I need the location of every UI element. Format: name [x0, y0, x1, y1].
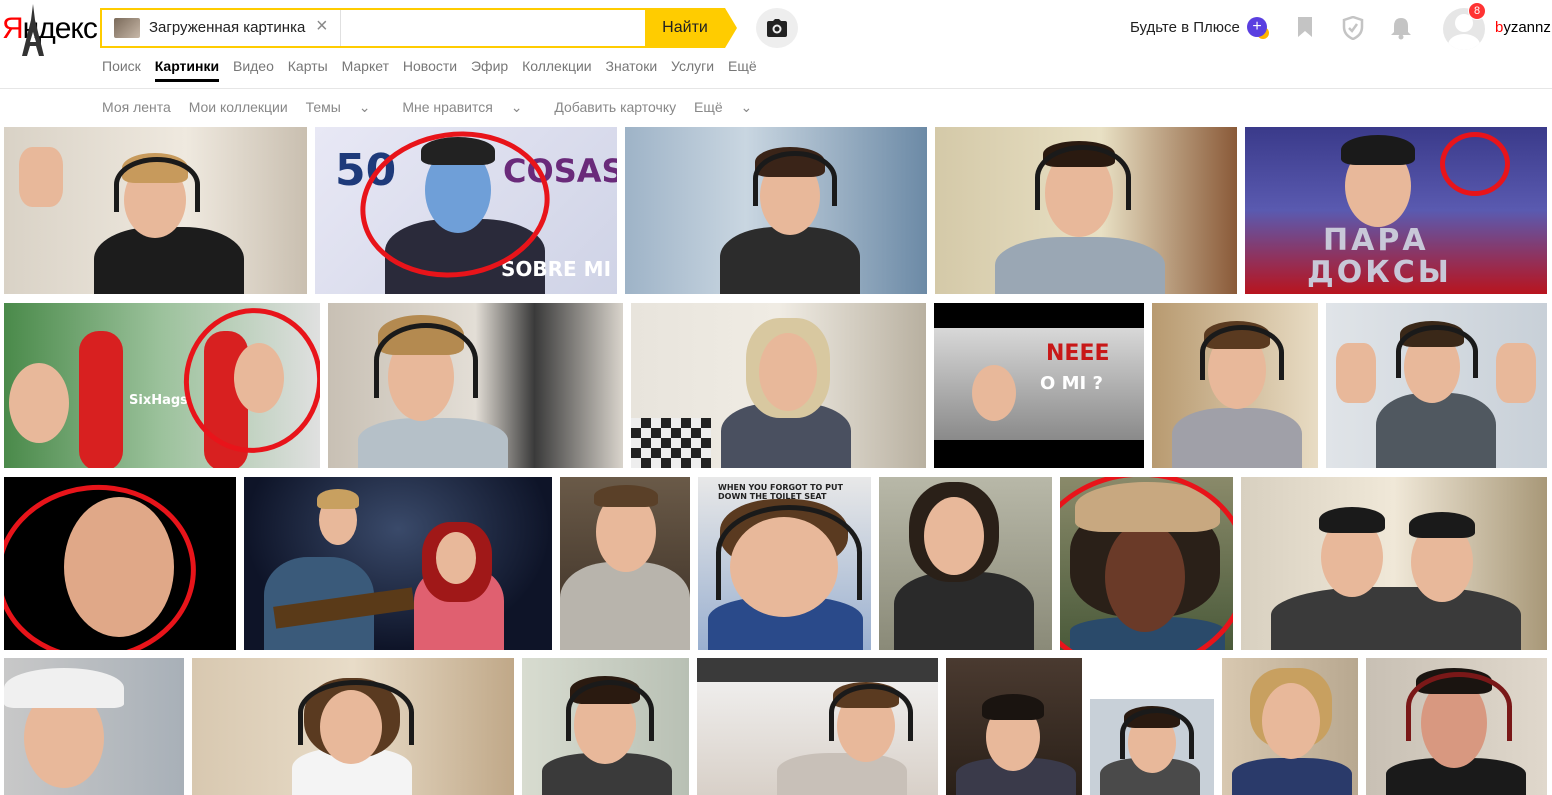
image-result[interactable] [192, 658, 514, 795]
image-result[interactable] [328, 303, 623, 468]
image-result[interactable] [560, 477, 690, 650]
nav-market[interactable]: Маркет [342, 58, 389, 74]
chevron-down-icon: ⌄ [736, 99, 753, 115]
nav-images[interactable]: Картинки [154, 58, 220, 82]
subnav-more-label: Ещё [694, 99, 723, 115]
bell-icon[interactable] [1390, 16, 1414, 40]
subnav-likes[interactable]: Мне нравится ⌄ [402, 99, 536, 115]
image-result[interactable] [935, 127, 1237, 294]
nav-news[interactable]: Новости [403, 58, 457, 74]
subnav-likes-label: Мне нравится [402, 99, 493, 115]
chevron-down-icon: ⌄ [506, 99, 523, 115]
image-result[interactable] [4, 658, 184, 795]
image-result[interactable] [522, 658, 689, 795]
plus-promo-link[interactable]: Будьте в Плюсе [1130, 19, 1240, 36]
thumbnail-text: ДОКСЫ [1307, 255, 1452, 290]
image-result[interactable] [4, 477, 236, 650]
bookmark-icon[interactable] [1295, 16, 1319, 40]
subnav-themes[interactable]: Темы ⌄ [306, 99, 385, 115]
thumbnail-text: ПАРА [1323, 223, 1429, 258]
thumbnail-text: SOBRE MI [501, 257, 612, 281]
shield-icon[interactable] [1342, 15, 1366, 41]
divider [340, 10, 341, 46]
image-result[interactable] [1152, 303, 1318, 468]
subnav-themes-label: Темы [305, 99, 341, 115]
find-button-arrow [725, 8, 737, 48]
image-search-button[interactable] [756, 8, 798, 48]
chevron-down-icon: ⌄ [354, 99, 371, 115]
search-input[interactable] [344, 12, 646, 46]
services-nav: Поиск Картинки Видео Карты Маркет Новост… [102, 58, 767, 82]
search-box: Загруженная картинка × [100, 8, 647, 48]
image-result[interactable] [4, 127, 307, 294]
nav-search[interactable]: Поиск [102, 58, 141, 74]
image-result[interactable] [697, 658, 938, 795]
thumbnail-text: SixHags [129, 393, 188, 408]
notification-badge: 8 [1468, 2, 1486, 20]
username[interactable]: byzannz [1495, 19, 1551, 36]
subnav-more[interactable]: Ещё ⌄ [694, 99, 766, 115]
camera-icon [767, 19, 787, 37]
nav-more[interactable]: Ещё [728, 58, 757, 74]
images-subnav: Моя лента Мои коллекции Темы ⌄ Мне нрави… [102, 99, 780, 116]
nav-uslugi[interactable]: Услуги [671, 58, 714, 74]
subnav-add-card[interactable]: Добавить карточку [554, 99, 676, 115]
image-result[interactable] [1366, 658, 1547, 795]
find-button[interactable]: Найти [645, 8, 725, 48]
nav-efir[interactable]: Эфир [471, 58, 508, 74]
nav-maps[interactable]: Карты [288, 58, 328, 74]
thumbnail-text: NEEE [1046, 341, 1110, 366]
header-divider [0, 88, 1552, 89]
image-result[interactable] [1326, 303, 1547, 468]
image-result[interactable]: NEEE O MI ? [934, 303, 1144, 468]
prohibited-icon [1440, 132, 1510, 196]
nav-znatoki[interactable]: Знатоки [606, 58, 658, 74]
image-result[interactable] [631, 303, 926, 468]
image-result[interactable] [1222, 658, 1358, 795]
username-rest: yzannz [1503, 19, 1551, 36]
image-result[interactable]: ПАРА ДОКСЫ [1245, 127, 1547, 294]
close-icon[interactable]: × [316, 16, 328, 36]
image-result[interactable]: SixHags [4, 303, 320, 468]
cap [4, 668, 124, 708]
thumbnail-text: O MI ? [1040, 373, 1103, 394]
image-result[interactable]: 50 COSAS SOBRE MI [315, 127, 617, 294]
image-result[interactable] [879, 477, 1052, 650]
subnav-my-feed[interactable]: Моя лента [102, 99, 171, 115]
search-bar: Загруженная картинка × Найти [100, 8, 738, 48]
image-result[interactable] [244, 477, 552, 650]
eiffel-tower-icon [22, 4, 44, 56]
image-result[interactable] [1060, 477, 1233, 650]
subnav-my-collections[interactable]: Мои коллекции [189, 99, 288, 115]
uploaded-image-thumbnail[interactable] [114, 18, 140, 38]
plus-icon[interactable]: + [1247, 17, 1269, 39]
uploaded-image-label: Загруженная картинка [149, 19, 306, 36]
image-result[interactable] [1241, 477, 1547, 650]
image-result[interactable]: WHEN YOU FORGOT TO PUT DOWN THE TOILET S… [698, 477, 871, 650]
nav-collections[interactable]: Коллекции [522, 58, 592, 74]
yandex-logo[interactable]: Яндекс [2, 4, 98, 56]
image-result[interactable] [946, 658, 1082, 795]
nav-video[interactable]: Видео [233, 58, 274, 74]
image-result[interactable] [625, 127, 927, 294]
image-result[interactable] [1090, 658, 1214, 795]
